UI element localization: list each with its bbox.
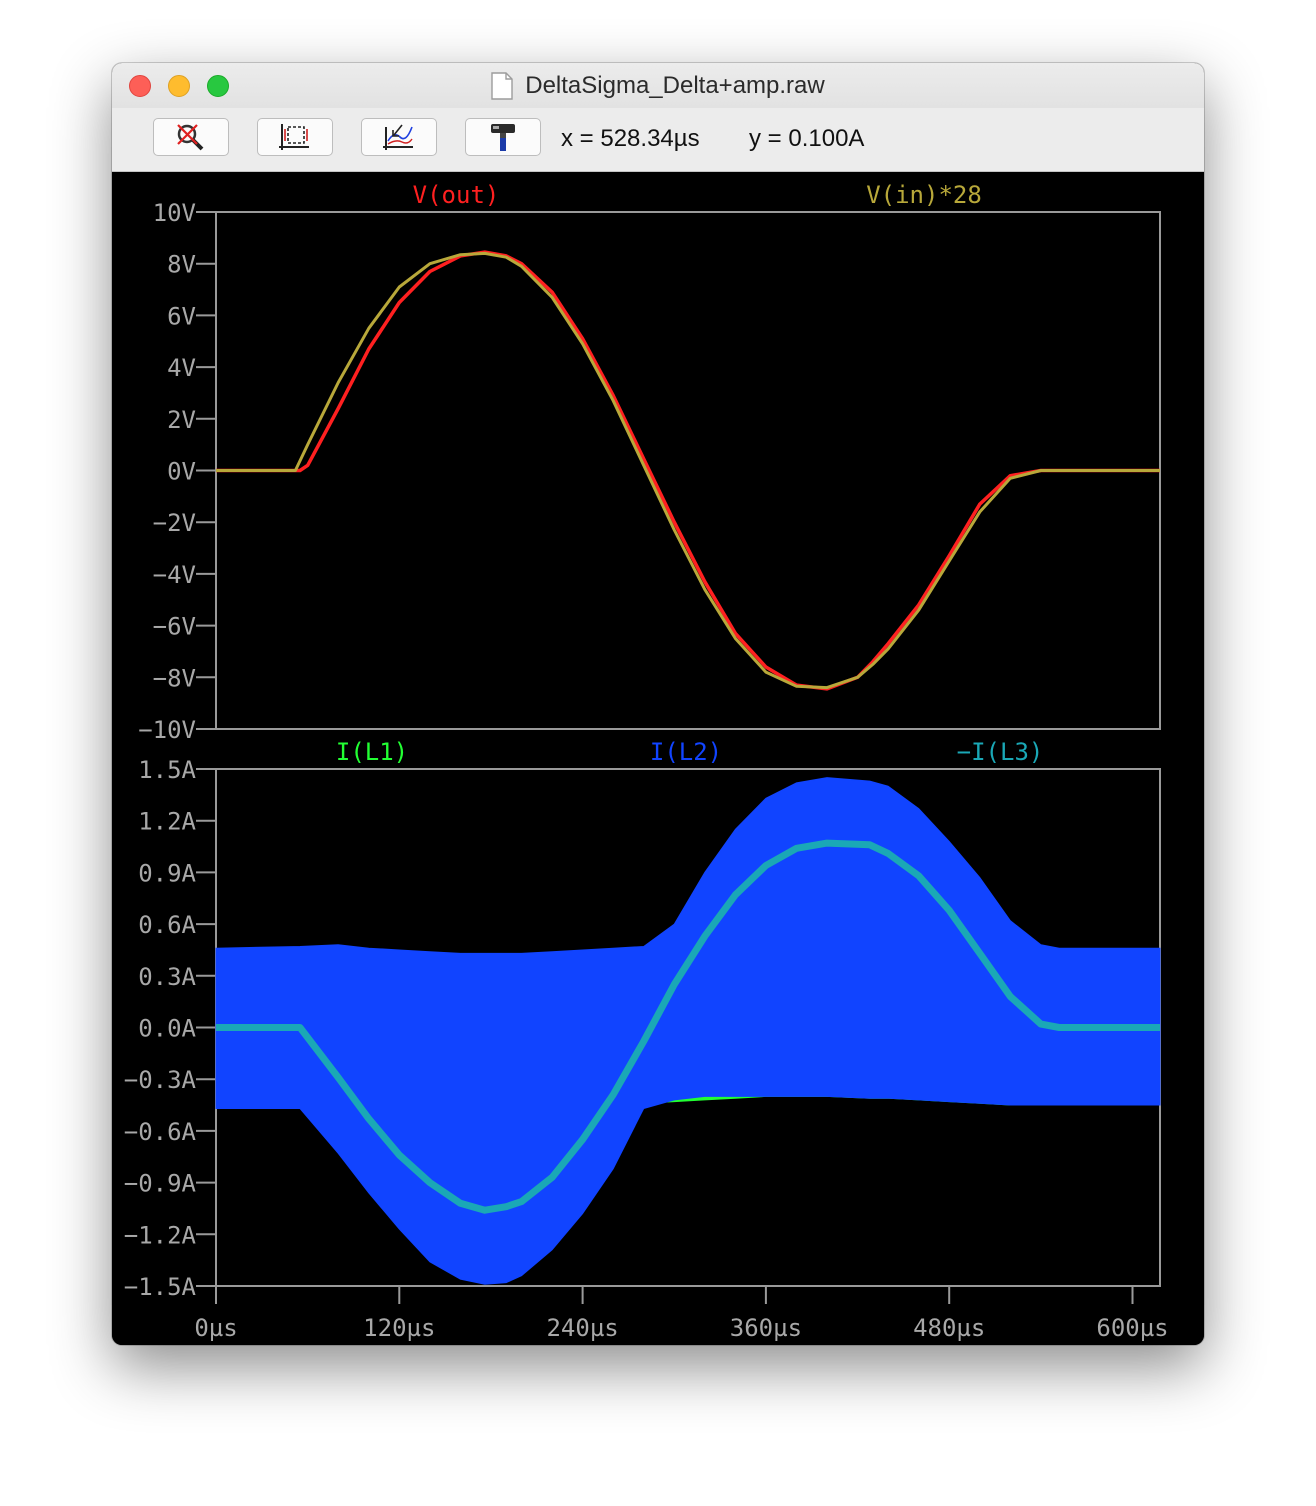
y-tick-label: 8V bbox=[167, 251, 196, 279]
voltage-axis-ticks: 10V 8V 6V 4V 2V 0V −2V −4V −6V −8V −10V bbox=[138, 199, 216, 744]
time-axis-ticks: 0µs 120µs 240µs 360µs 480µs 600µs bbox=[194, 1286, 1169, 1342]
y-tick-label: 1.2A bbox=[138, 808, 196, 836]
x-tick-label: 480µs bbox=[913, 1314, 985, 1342]
y-tick-label: 4V bbox=[167, 354, 196, 382]
document-icon bbox=[491, 71, 513, 100]
add-plot-icon bbox=[383, 124, 413, 150]
zoom-cancel-icon bbox=[177, 124, 204, 151]
waveform-window: DeltaSigma_Delta+amp.raw x = 528.34µs y … bbox=[112, 63, 1204, 1345]
y-tick-label: 0.3A bbox=[138, 963, 196, 991]
plot-area[interactable]: V(out) V(in)*28 10V 8V 6V 4V 2V 0V −2V −4V −6V −8… bbox=[112, 172, 1204, 1345]
x-tick-label: 600µs bbox=[1096, 1314, 1168, 1342]
y-tick-label: −8V bbox=[153, 664, 196, 692]
y-tick-label: −1.5A bbox=[124, 1273, 197, 1301]
voltage-pane-frame bbox=[215, 211, 1161, 730]
legend-il2[interactable]: I(L2) bbox=[650, 738, 722, 766]
legend-vin[interactable]: V(in)*28 bbox=[866, 181, 982, 209]
current-pane[interactable]: I(L1) I(L2) −I(L3) 1.5A 1.2A 0.9A 0.6A 0.3A 0… bbox=[124, 738, 1169, 1342]
y-tick-label: −2V bbox=[153, 509, 196, 537]
hammer-button[interactable] bbox=[465, 118, 541, 156]
waveform-plots[interactable]: V(out) V(in)*28 10V 8V 6V 4V 2V 0V −2V −4V −6V −8… bbox=[112, 172, 1204, 1345]
title-bar[interactable]: DeltaSigma_Delta+amp.raw bbox=[112, 63, 1204, 109]
current-traces bbox=[215, 777, 1161, 1285]
legend-vout[interactable]: V(out) bbox=[413, 181, 500, 209]
x-tick-label: 120µs bbox=[363, 1314, 435, 1342]
y-tick-label: 1.5A bbox=[138, 756, 196, 784]
y-tick-label: 10V bbox=[153, 199, 196, 227]
legend-il1[interactable]: I(L1) bbox=[336, 738, 408, 766]
y-tick-label: −0.6A bbox=[124, 1118, 197, 1146]
y-tick-label: 0.9A bbox=[138, 859, 196, 887]
x-tick-label: 0µs bbox=[194, 1314, 237, 1342]
y-tick-label: 2V bbox=[167, 406, 196, 434]
y-tick-label: 0V bbox=[167, 458, 196, 486]
y-tick-label: −1.2A bbox=[124, 1221, 197, 1249]
y-tick-label: 0.0A bbox=[138, 1015, 196, 1043]
hammer-icon bbox=[491, 124, 515, 151]
y-tick-label: −4V bbox=[153, 561, 196, 589]
add-plot-button[interactable] bbox=[361, 118, 437, 156]
toolbar: x = 528.34µs y = 0.100A bbox=[112, 108, 1204, 172]
voltage-traces bbox=[216, 250, 1160, 691]
autorange-icon bbox=[279, 124, 309, 150]
y-tick-label: −10V bbox=[138, 716, 196, 744]
y-tick-label: 0.6A bbox=[138, 911, 196, 939]
y-tick-label: 6V bbox=[167, 302, 196, 330]
vout-trace bbox=[216, 250, 1160, 691]
voltage-pane[interactable]: V(out) V(in)*28 10V 8V 6V 4V 2V 0V −2V −4V −6V −8… bbox=[138, 181, 1161, 744]
x-readout: x = 528.34µs bbox=[561, 125, 700, 152]
il2-band bbox=[215, 777, 1161, 1285]
autorange-button[interactable] bbox=[257, 118, 333, 156]
current-axis-ticks: 1.5A 1.2A 0.9A 0.6A 0.3A 0.0A −0.3A −0.6A −0.9A −… bbox=[124, 756, 216, 1301]
y-tick-label: −6V bbox=[153, 613, 196, 641]
vin-trace bbox=[216, 251, 1160, 690]
y-readout: y = 0.100A bbox=[749, 125, 865, 152]
zoom-cancel-button[interactable] bbox=[153, 118, 229, 156]
legend-il3[interactable]: −I(L3) bbox=[957, 738, 1044, 766]
y-tick-label: −0.3A bbox=[124, 1066, 197, 1094]
x-tick-label: 360µs bbox=[730, 1314, 802, 1342]
y-tick-label: −0.9A bbox=[124, 1170, 197, 1198]
window-title: DeltaSigma_Delta+amp.raw bbox=[525, 71, 825, 99]
x-tick-label: 240µs bbox=[546, 1314, 618, 1342]
